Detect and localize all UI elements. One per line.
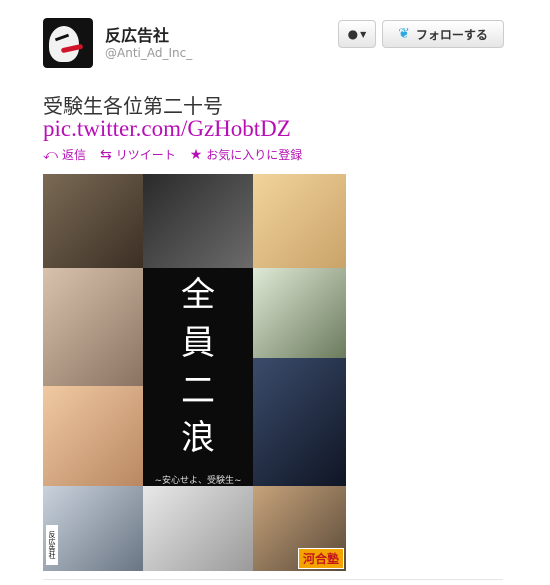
photo-tile	[143, 486, 253, 571]
follow-label: フォローする	[415, 27, 488, 42]
mask-graphic	[49, 26, 79, 62]
follow-button[interactable]: ❦ フォローする	[382, 20, 504, 48]
reply-action[interactable]: ⤺ 返信	[43, 146, 86, 163]
slogan-char: 二	[181, 370, 215, 411]
favorite-label: お気に入りに登録	[206, 148, 303, 162]
reply-icon: ⤺	[43, 146, 58, 163]
tweet-text: 受験生各位第二十号	[43, 94, 223, 118]
slogan-panel: 全 員 二 浪 ~安心せよ、受験生~	[143, 268, 253, 486]
photo-tile	[253, 358, 346, 486]
user-actions-dropdown[interactable]: ● ▼	[338, 20, 376, 48]
photo-tile	[253, 268, 346, 358]
slogan-char: 浪	[181, 418, 215, 459]
photo-tile: 反広告社	[43, 486, 143, 571]
display-name[interactable]: 反広告社	[105, 22, 169, 46]
star-icon: ★	[189, 146, 203, 163]
photo-tile	[43, 174, 143, 268]
person-icon: ●	[347, 27, 359, 41]
photo-tile	[43, 386, 143, 486]
photo-tile: 河合塾	[253, 486, 346, 571]
screen-name[interactable]: @Anti_Ad_Inc_	[105, 46, 192, 60]
photo-collage[interactable]: 反広告社 河合塾 全 員 二 浪 ~安心せよ、受験生~	[43, 174, 346, 571]
divider	[43, 579, 503, 580]
retweet-action[interactable]: ⇆ リツイート	[100, 146, 176, 163]
stamp: 反広告社	[46, 525, 58, 565]
reply-label: 返信	[61, 148, 86, 162]
brand-logo: 河合塾	[297, 548, 344, 569]
avatar[interactable]	[43, 18, 93, 68]
twitter-bird-icon: ❦	[398, 26, 410, 42]
slogan-char: 全	[181, 275, 215, 315]
slogan-char: 員	[181, 322, 215, 363]
caret-down-icon: ▼	[360, 29, 367, 39]
retweet-icon: ⇆	[99, 146, 112, 163]
retweet-label: リツイート	[115, 148, 176, 162]
photo-tile	[143, 174, 253, 268]
tweet-card: 反広告社 @Anti_Ad_Inc_ ● ▼ ❦ フォローする 受験生各位第二十…	[0, 0, 550, 585]
photo-tile	[253, 174, 346, 268]
tweet-media-link[interactable]: pic.twitter.com/GzHobtDZ	[43, 116, 291, 142]
slogan-caption: ~安心せよ、受験生~	[154, 476, 242, 486]
tweet-actions: ⤺ 返信 ⇆ リツイート ★ お気に入りに登録	[43, 146, 302, 163]
photo-tile	[43, 268, 143, 386]
favorite-action[interactable]: ★ お気に入りに登録	[190, 146, 303, 163]
